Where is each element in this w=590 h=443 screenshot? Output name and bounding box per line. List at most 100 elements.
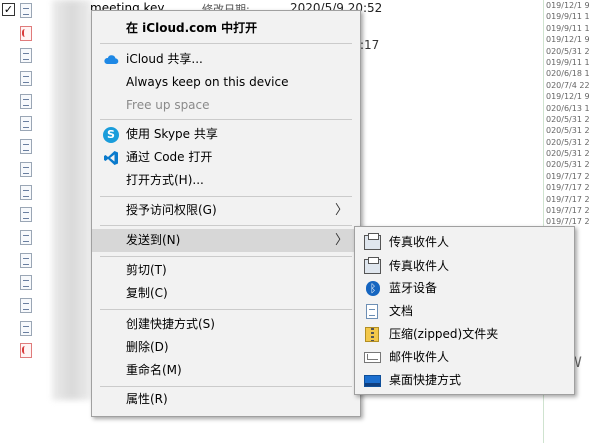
zip-folder-item[interactable]: 压缩(zipped)文件夹	[355, 323, 574, 346]
icloud-share-item[interactable]: iCloud 共享...	[92, 48, 360, 71]
file-row[interactable]: ✓	[0, 0, 100, 23]
free-up-space-item[interactable]: Free up space	[92, 94, 360, 117]
document-file-icon	[20, 320, 32, 336]
properties-item[interactable]: 属性(R)	[92, 388, 360, 411]
file-row[interactable]	[0, 182, 100, 205]
file-row[interactable]	[0, 68, 100, 91]
icloud-icon	[104, 55, 119, 64]
mail-recipient-item[interactable]: 邮件收件人	[355, 346, 574, 369]
menu-separator	[100, 196, 352, 197]
menu-separator	[100, 43, 352, 44]
document-file-icon	[20, 229, 32, 245]
date-cell: 020/5/31 20:	[546, 46, 590, 56]
submenu-item-label: 传真收件人	[389, 235, 450, 249]
date-cell: 019/9/11 18:	[546, 57, 590, 67]
file-row[interactable]	[0, 250, 100, 273]
obscured-time: :17	[360, 38, 380, 52]
file-row[interactable]	[0, 272, 100, 295]
fax-icon	[364, 233, 381, 250]
document-file-icon	[20, 252, 32, 268]
date-cell: 020/7/4 22:	[546, 80, 590, 90]
file-row[interactable]	[0, 295, 100, 318]
delete-item[interactable]: 删除(D)	[92, 336, 360, 359]
zip-folder-icon	[365, 327, 379, 342]
date-cell: 019/7/17 21:	[546, 206, 590, 216]
date-cell: 019/7/17 21:	[546, 194, 590, 204]
document-file-icon	[20, 297, 32, 313]
documents-item[interactable]: 文档	[355, 300, 574, 323]
desktop-icon	[364, 375, 381, 387]
document-file-icon	[20, 207, 32, 223]
document-file-icon	[20, 93, 32, 109]
file-row[interactable]	[0, 159, 100, 182]
pdf-file-icon	[20, 25, 32, 41]
date-cell: 020/5/31 20:	[546, 137, 590, 147]
chevron-right-icon: 〉	[334, 203, 348, 218]
file-list: ✓	[0, 0, 100, 363]
send-to-item[interactable]: 发送到(N) 〉	[92, 229, 360, 252]
document-file-icon	[20, 116, 32, 132]
document-file-icon	[20, 3, 32, 18]
file-row[interactable]	[0, 227, 100, 250]
menu-item-label: 创建快捷方式(S)	[126, 317, 215, 331]
context-menu: 在 iCloud.com 中打开 iCloud 共享... Always kee…	[91, 10, 361, 417]
date-cell: 020/6/18 17:	[546, 69, 590, 79]
date-cell: 020/5/31 20:	[546, 126, 590, 136]
menu-item-label: iCloud 共享...	[126, 52, 203, 66]
date-cell: 019/12/1 9:	[546, 1, 590, 10]
pdf-file-icon	[20, 343, 32, 359]
fax-recipient-item[interactable]: 传真收件人	[355, 255, 574, 278]
file-row[interactable]	[0, 340, 100, 363]
grant-access-item[interactable]: 授予访问权限(G) 〉	[92, 199, 360, 222]
file-row[interactable]	[0, 318, 100, 341]
desktop-stage: ✓ meeting.key 修改日期: 2020/5/9 20:52 :17 0…	[0, 0, 590, 443]
document-file-icon	[20, 184, 32, 200]
cut-item[interactable]: 剪切(T)	[92, 259, 360, 282]
bluetooth-icon: ᛒ	[366, 281, 380, 296]
send-to-submenu: 传真收件人 传真收件人 ᛒ 蓝牙设备 文档 压缩(zipped)文件夹 邮件收件…	[354, 226, 575, 395]
create-shortcut-item[interactable]: 创建快捷方式(S)	[92, 313, 360, 336]
file-row[interactable]	[0, 23, 100, 46]
open-with-code-item[interactable]: 通过 Code 打开	[92, 146, 360, 169]
open-in-icloud-item[interactable]: 在 iCloud.com 中打开	[92, 17, 360, 40]
document-file-icon	[20, 275, 32, 291]
skype-share-item[interactable]: S 使用 Skype 共享	[92, 123, 360, 146]
rename-item[interactable]: 重命名(M)	[92, 359, 360, 382]
file-row[interactable]	[0, 45, 100, 68]
menu-separator	[100, 309, 352, 310]
menu-item-label: 发送到(N)	[126, 233, 181, 247]
menu-separator	[100, 225, 352, 226]
row-checkbox[interactable]: ✓	[2, 3, 15, 16]
always-keep-item[interactable]: Always keep on this device	[92, 71, 360, 94]
date-cell: 020/6/13 15:	[546, 103, 590, 113]
date-cell: 020/5/31 20:	[546, 149, 590, 159]
document-file-icon	[20, 161, 32, 177]
copy-item[interactable]: 复制(C)	[92, 282, 360, 305]
document-icon	[366, 304, 378, 319]
menu-separator	[100, 386, 352, 387]
date-cell: 019/7/17 21:	[546, 183, 590, 193]
menu-item-label: Free up space	[126, 98, 210, 112]
bluetooth-device-item[interactable]: ᛒ 蓝牙设备	[355, 277, 574, 300]
fax-recipient-item[interactable]: 传真收件人	[355, 231, 574, 254]
date-cell: 019/12/1 9:	[546, 92, 590, 102]
fax-icon	[364, 257, 381, 274]
file-row[interactable]	[0, 136, 100, 159]
file-row[interactable]	[0, 113, 100, 136]
file-row[interactable]	[0, 91, 100, 114]
document-file-icon	[20, 139, 32, 155]
desktop-shortcut-item[interactable]: 桌面快捷方式	[355, 369, 574, 392]
mail-icon	[364, 352, 381, 363]
menu-item-label: 在 iCloud.com 中打开	[126, 21, 258, 35]
menu-item-label: 复制(C)	[126, 286, 168, 300]
date-cell: 020/5/31 20:	[546, 114, 590, 124]
menu-item-label: 使用 Skype 共享	[126, 127, 218, 141]
file-row[interactable]	[0, 204, 100, 227]
skype-icon: S	[103, 127, 119, 143]
menu-separator	[100, 256, 352, 257]
vscode-icon	[104, 151, 118, 165]
date-cell: 019/12/1 9:	[546, 35, 590, 45]
submenu-item-label: 传真收件人	[389, 259, 450, 273]
menu-item-label: 重命名(M)	[126, 363, 182, 377]
open-with-item[interactable]: 打开方式(H)...	[92, 169, 360, 192]
